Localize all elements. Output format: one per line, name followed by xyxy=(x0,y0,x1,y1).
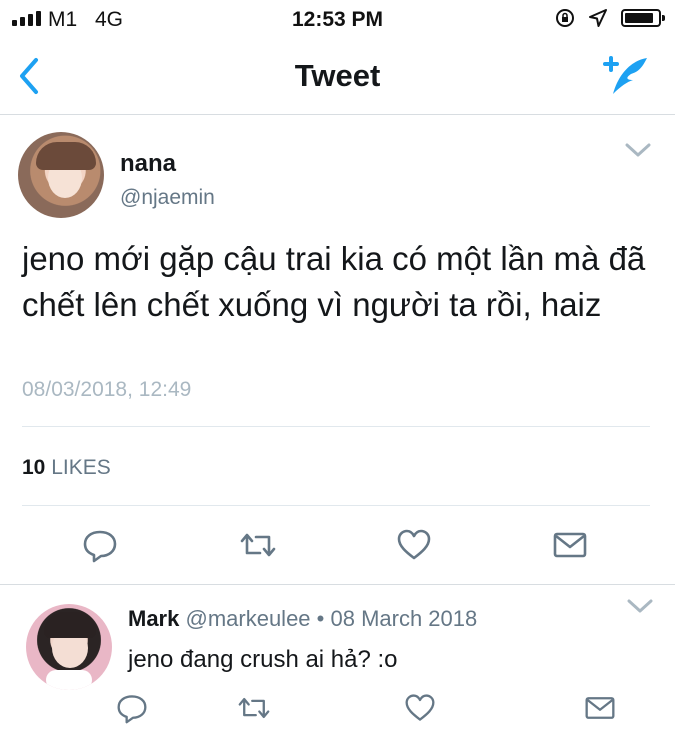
likes-label: LIKES xyxy=(51,456,111,479)
battery-icon xyxy=(621,9,665,27)
heart-icon[interactable] xyxy=(404,692,436,724)
reply-author-handle[interactable]: @markeulee xyxy=(185,606,310,631)
likes-count[interactable]: 10 LIKES xyxy=(22,456,111,480)
reply-header: Mark @markeulee • 08 March 2018 xyxy=(128,606,477,632)
tweet-author-name[interactable]: nana xyxy=(120,150,176,178)
tweet-text: jeno mới gặp cậu trai kia có một lần mà … xyxy=(22,240,646,323)
location-arrow-icon xyxy=(589,9,607,27)
avatar[interactable] xyxy=(26,604,112,690)
reply-date: 08 March 2018 xyxy=(330,606,478,631)
reply-separator: • xyxy=(310,606,331,631)
reply-icon[interactable] xyxy=(82,527,118,563)
heart-icon[interactable] xyxy=(396,527,432,563)
reply-author-name[interactable]: Mark xyxy=(128,606,179,631)
status-bar: M1 4G 12:53 PM xyxy=(0,0,675,38)
divider xyxy=(22,426,650,427)
retweet-icon[interactable] xyxy=(240,527,276,563)
tweet-timestamp: 08/03/2018, 12:49 xyxy=(22,378,192,401)
status-icons xyxy=(555,8,665,28)
page-title: Tweet xyxy=(294,58,381,93)
divider xyxy=(0,584,675,585)
direct-message-icon[interactable] xyxy=(552,527,588,563)
reply-icon[interactable] xyxy=(116,692,148,724)
likes-number: 10 xyxy=(22,456,46,479)
compose-tweet-icon[interactable] xyxy=(597,52,653,100)
retweet-icon[interactable] xyxy=(238,692,270,724)
avatar[interactable] xyxy=(18,132,104,218)
reply-text: jeno đang crush ai hả? :o xyxy=(128,646,398,673)
chevron-down-icon[interactable] xyxy=(624,140,652,160)
orientation-lock-icon xyxy=(556,9,574,27)
direct-message-icon[interactable] xyxy=(584,692,616,724)
chevron-down-icon[interactable] xyxy=(626,596,654,616)
divider xyxy=(22,505,650,506)
nav-bar: Tweet xyxy=(0,38,675,115)
tweet-author-handle[interactable]: @njaemin xyxy=(120,186,215,210)
